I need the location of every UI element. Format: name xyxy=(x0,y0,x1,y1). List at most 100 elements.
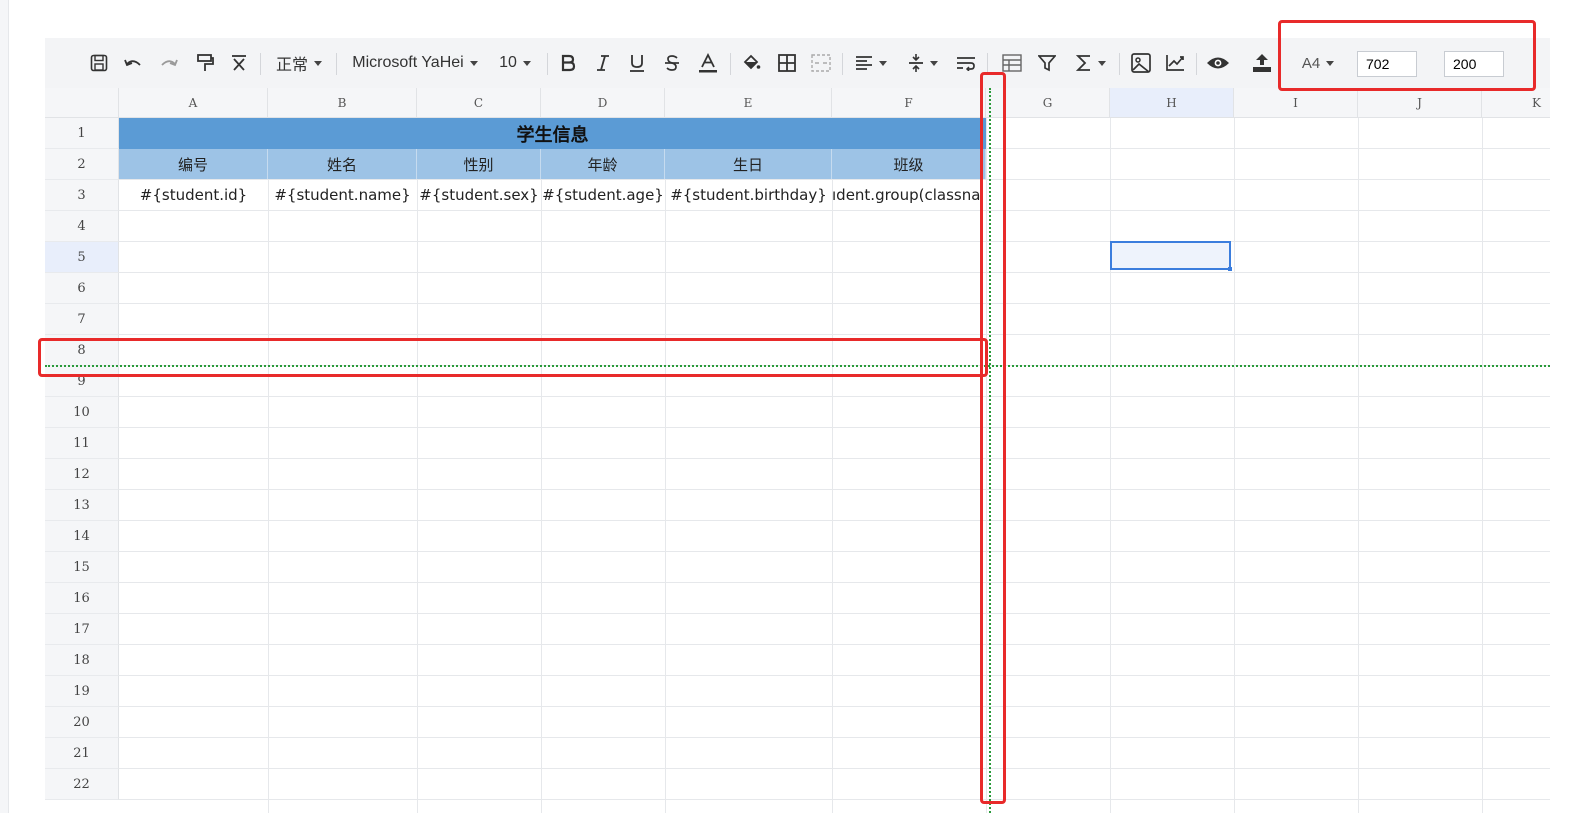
column-header-k[interactable]: K xyxy=(1482,88,1550,118)
row-header-15[interactable]: 15 xyxy=(45,552,119,583)
row-header-16[interactable]: 16 xyxy=(45,583,119,614)
select-all-corner[interactable] xyxy=(45,88,119,118)
chevron-down-icon xyxy=(930,60,938,66)
column-header-d[interactable]: D xyxy=(541,88,665,118)
column-header-g[interactable]: G xyxy=(986,88,1110,118)
gridline xyxy=(119,768,1550,769)
gridline xyxy=(665,118,666,813)
gridline xyxy=(1358,118,1359,813)
header-cell-name[interactable]: 姓名 xyxy=(268,149,417,179)
row-header-21[interactable]: 21 xyxy=(45,738,119,769)
row-header-3[interactable]: 3 xyxy=(45,180,119,211)
header-cell-id[interactable]: 编号 xyxy=(119,149,268,179)
column-header-h[interactable]: H xyxy=(1110,88,1234,118)
row-header-18[interactable]: 18 xyxy=(45,645,119,676)
row-header-17[interactable]: 17 xyxy=(45,614,119,645)
preview-eye-icon[interactable] xyxy=(1205,38,1231,88)
clear-format-icon[interactable] xyxy=(227,38,251,88)
underline-icon[interactable] xyxy=(626,38,648,88)
column-header-b[interactable]: B xyxy=(268,88,417,118)
column-header-c[interactable]: C xyxy=(417,88,541,118)
paper-size-dropdown[interactable]: A4 xyxy=(1295,38,1341,88)
toolbar: 正常 Microsoft YaHei 10 A4 xyxy=(45,38,1550,89)
table-icon[interactable] xyxy=(1000,38,1024,88)
row-header-4[interactable]: 4 xyxy=(45,211,119,242)
font-family-dropdown[interactable]: Microsoft YaHei xyxy=(345,38,485,88)
row-header-8[interactable]: 8 xyxy=(45,335,119,366)
row-header-11[interactable]: 11 xyxy=(45,428,119,459)
gridline xyxy=(268,118,269,813)
chevron-down-icon xyxy=(1326,60,1335,66)
header-cell-class[interactable]: 班级 xyxy=(832,149,986,179)
row-header-2[interactable]: 2 xyxy=(45,149,119,180)
chevron-down-icon xyxy=(469,60,478,66)
row-header-20[interactable]: 20 xyxy=(45,707,119,738)
data-cell-name[interactable]: #{student.name} xyxy=(268,180,417,210)
column-header-j[interactable]: J xyxy=(1358,88,1482,118)
sum-dropdown[interactable] xyxy=(1071,38,1111,88)
page-break-horizontal xyxy=(45,365,1550,367)
strikethrough-icon[interactable] xyxy=(661,38,683,88)
filter-icon[interactable] xyxy=(1035,38,1059,88)
data-cell-birthday[interactable]: #{student.birthday} xyxy=(665,180,832,210)
row-header-1[interactable]: 1 xyxy=(45,118,119,149)
row-header-5[interactable]: 5 xyxy=(45,242,119,273)
page-width-input[interactable] xyxy=(1357,51,1417,77)
report-title-cell[interactable]: 学生信息 xyxy=(119,118,986,149)
insert-image-icon[interactable] xyxy=(1129,38,1153,88)
gridline xyxy=(119,582,1550,583)
gridline xyxy=(1482,118,1483,813)
column-header-f[interactable]: F xyxy=(832,88,986,118)
gridline xyxy=(119,303,1550,304)
italic-icon[interactable] xyxy=(592,38,614,88)
toolbar-separator xyxy=(1196,53,1197,75)
toolbar-separator xyxy=(730,53,731,75)
gridline xyxy=(119,458,1550,459)
row-header-13[interactable]: 13 xyxy=(45,490,119,521)
merge-cells-icon[interactable] xyxy=(809,38,833,88)
chevron-down-icon xyxy=(314,60,322,66)
fill-handle[interactable] xyxy=(1228,267,1232,271)
row-header-19[interactable]: 19 xyxy=(45,676,119,707)
gridline xyxy=(832,118,833,813)
style-dropdown[interactable]: 正常 xyxy=(271,38,327,88)
column-header-a[interactable]: A xyxy=(119,88,268,118)
bold-icon[interactable] xyxy=(557,38,579,88)
font-size-dropdown[interactable]: 10 xyxy=(493,38,537,88)
header-cell-birthday[interactable]: 生日 xyxy=(665,149,832,179)
save-icon[interactable] xyxy=(87,38,111,88)
row-header-22[interactable]: 22 xyxy=(45,769,119,800)
row-header-10[interactable]: 10 xyxy=(45,397,119,428)
gridline xyxy=(417,118,418,813)
gridline xyxy=(119,520,1550,521)
row-header-14[interactable]: 14 xyxy=(45,521,119,552)
column-header-i[interactable]: I xyxy=(1234,88,1358,118)
selected-cell-h5[interactable] xyxy=(1110,241,1231,270)
row-header-7[interactable]: 7 xyxy=(45,304,119,335)
vertical-align-dropdown[interactable] xyxy=(903,38,943,88)
data-cell-sex[interactable]: #{student.sex} xyxy=(417,180,541,210)
row-header-6[interactable]: 6 xyxy=(45,273,119,304)
undo-icon[interactable] xyxy=(121,38,145,88)
fill-color-icon[interactable] xyxy=(739,38,763,88)
gridline xyxy=(119,396,1550,397)
format-painter-icon[interactable] xyxy=(193,38,217,88)
row-header-9[interactable]: 9 xyxy=(45,366,119,397)
page-height-input[interactable] xyxy=(1444,51,1504,77)
row-header-12[interactable]: 12 xyxy=(45,459,119,490)
data-cell-class[interactable]: ıdent.group(classna xyxy=(832,180,986,210)
header-cell-sex[interactable]: 性别 xyxy=(417,149,541,179)
font-color-icon[interactable] xyxy=(696,38,720,88)
export-upload-icon[interactable] xyxy=(1249,38,1275,88)
gridline xyxy=(1234,118,1235,813)
horizontal-align-dropdown[interactable] xyxy=(851,38,891,88)
redo-icon[interactable] xyxy=(157,38,181,88)
data-cell-age[interactable]: #{student.age} xyxy=(541,180,665,210)
insert-chart-icon[interactable] xyxy=(1163,38,1187,88)
column-header-e[interactable]: E xyxy=(665,88,832,118)
border-icon[interactable] xyxy=(775,38,799,88)
wrap-text-icon[interactable] xyxy=(953,38,979,88)
data-cell-id[interactable]: #{student.id} xyxy=(119,180,268,210)
header-cell-age[interactable]: 年龄 xyxy=(541,149,665,179)
spreadsheet-grid[interactable]: A B C D E F G H I J K 1 2 3 4 5 6 7 8 9 … xyxy=(45,88,1550,813)
